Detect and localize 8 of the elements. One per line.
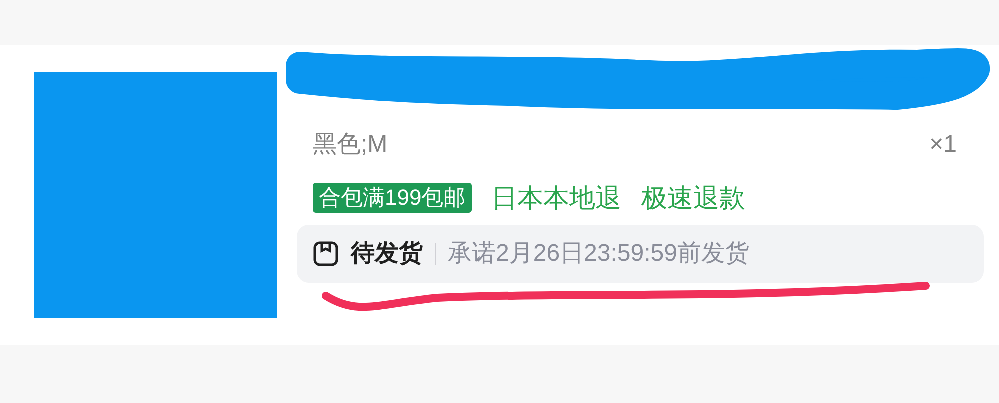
variant-text: 黑色;M [313, 130, 388, 160]
quantity-text: ×1 [930, 130, 957, 160]
shipping-badge: 合包满199包邮 [313, 183, 472, 213]
status-label: 待发货 [351, 239, 423, 269]
box-icon [313, 241, 339, 267]
service-tag: 日本本地退 [492, 178, 622, 218]
shipping-deadline-text: 承诺2月26日23:59:59前发货 [448, 239, 750, 269]
service-tag: 极速退款 [642, 178, 746, 218]
